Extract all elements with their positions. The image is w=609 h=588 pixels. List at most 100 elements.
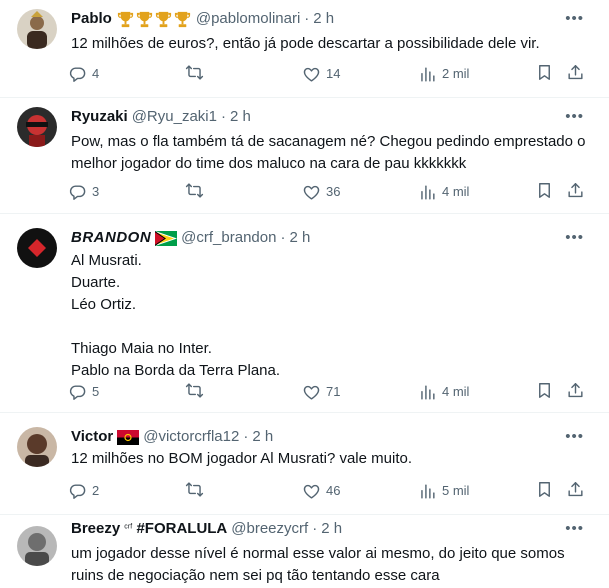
user-handle[interactable]: @pablomolinari	[196, 9, 300, 29]
like-count: 46	[326, 483, 341, 498]
bookmark-button[interactable]	[535, 181, 554, 200]
tweet[interactable]: Victor @victorcrfla12 · 2 h ••• 12 milhõ…	[0, 413, 609, 515]
reply-icon	[68, 482, 87, 501]
reply-count: 5	[92, 384, 100, 399]
user-handle[interactable]: @Ryu_zaki1	[132, 107, 217, 127]
separator-dot: ·	[280, 229, 286, 246]
reply-button[interactable]: 3	[68, 181, 99, 203]
share-icon	[566, 381, 585, 400]
like-count: 36	[326, 184, 341, 199]
reply-button[interactable]: 4	[68, 63, 99, 85]
avatar[interactable]	[17, 107, 57, 147]
timestamp[interactable]: 2 h	[289, 228, 310, 248]
trophy-icon	[154, 10, 173, 29]
tweet-header: Victor @victorcrfla12 · 2 h	[71, 427, 273, 447]
tweet-header: BRANDON @crf_brandon · 2 h	[71, 228, 310, 248]
display-name[interactable]: Breezy	[71, 519, 120, 539]
separator-dot: ·	[243, 428, 249, 445]
retweet-button[interactable]	[185, 181, 209, 200]
trophy-icon	[173, 10, 192, 29]
tweet-text: Pow, mas o fla também tá de sacanagem né…	[71, 133, 586, 172]
display-name-suffix: ᶜʳᶠ	[124, 523, 133, 534]
tweet[interactable]: BRANDON @crf_brandon · 2 h ••• Al Musrat…	[0, 214, 609, 413]
user-handle[interactable]: @crf_brandon	[181, 228, 276, 248]
retweet-icon	[185, 381, 204, 400]
tweet-actions: 5 71 4 mil	[68, 381, 593, 403]
retweet-icon	[185, 181, 204, 200]
timestamp[interactable]: 2 h	[321, 519, 342, 539]
tweet-text: um jogador desse nível é normal esse val…	[71, 545, 565, 584]
more-icon[interactable]: •••	[565, 429, 584, 444]
reply-button[interactable]: 2	[68, 480, 99, 502]
avatar-image	[17, 526, 57, 566]
reply-count: 4	[92, 66, 100, 81]
display-name-tag: #FORALULA	[136, 520, 228, 537]
reply-icon	[68, 383, 87, 402]
share-button[interactable]	[566, 181, 585, 200]
reply-count: 3	[92, 184, 100, 199]
reply-icon	[68, 65, 87, 84]
tweet-header: Breezy ᶜʳᶠ #FORALULA @breezycrf · 2 h	[71, 519, 342, 539]
avatar-image	[17, 228, 57, 268]
bookmark-icon	[535, 63, 554, 82]
share-button[interactable]	[566, 381, 585, 400]
bookmark-button[interactable]	[535, 480, 554, 499]
avatar-image	[17, 107, 57, 147]
display-name[interactable]: Victor	[71, 427, 113, 447]
views-button[interactable]: 5 mil	[418, 480, 469, 502]
display-name[interactable]: Ryuzaki	[71, 107, 128, 127]
separator-dot: ·	[304, 10, 310, 27]
timestamp[interactable]: 2 h	[252, 427, 273, 447]
tweet-header: Pablo @pablomolinari · 2 h	[71, 9, 334, 29]
more-icon[interactable]: •••	[565, 230, 584, 245]
tweet-actions: 4 14 2 mil	[68, 63, 593, 85]
retweet-button[interactable]	[185, 381, 209, 400]
views-button[interactable]: 4 mil	[418, 181, 469, 203]
bookmark-icon	[535, 381, 554, 400]
angola-flag-icon	[117, 429, 140, 445]
tweet-header: Ryuzaki @Ryu_zaki1 · 2 h	[71, 107, 251, 127]
avatar[interactable]	[17, 526, 57, 566]
views-count: 4 mil	[442, 184, 470, 199]
like-icon	[302, 383, 321, 402]
timestamp[interactable]: 2 h	[313, 9, 334, 29]
avatar[interactable]	[17, 228, 57, 268]
like-button[interactable]: 46	[302, 480, 340, 502]
tweet[interactable]: Breezy ᶜʳᶠ #FORALULA @breezycrf · 2 h ••…	[0, 515, 609, 588]
like-button[interactable]: 36	[302, 181, 340, 203]
share-icon	[566, 480, 585, 499]
avatar[interactable]	[17, 9, 57, 49]
like-count: 14	[326, 66, 341, 81]
tweet-text: 12 milhões de euros?, então já pode desc…	[71, 35, 540, 52]
bookmark-button[interactable]	[535, 63, 554, 82]
timestamp[interactable]: 2 h	[230, 107, 251, 127]
avatar[interactable]	[17, 427, 57, 467]
retweet-button[interactable]	[185, 480, 209, 499]
like-button[interactable]: 14	[302, 63, 340, 85]
retweet-button[interactable]	[185, 63, 209, 82]
views-count: 5 mil	[442, 483, 470, 498]
display-name[interactable]: Pablo	[71, 9, 112, 29]
trophy-icon	[135, 10, 154, 29]
tweet-actions: 3 36 4 mil	[68, 181, 593, 203]
views-button[interactable]: 4 mil	[418, 381, 469, 403]
bookmark-button[interactable]	[535, 381, 554, 400]
like-icon	[302, 183, 321, 202]
tweet[interactable]: Ryuzaki @Ryu_zaki1 · 2 h ••• Pow, mas o …	[0, 98, 609, 214]
tweet[interactable]: Pablo @pablomolinari · 2 h ••• 12 milhõe…	[0, 0, 609, 98]
views-count: 2 mil	[442, 66, 470, 81]
share-button[interactable]	[566, 480, 585, 499]
views-icon	[418, 65, 437, 84]
reply-button[interactable]: 5	[68, 381, 99, 403]
user-handle[interactable]: @victorcrfla12	[143, 427, 239, 447]
user-handle[interactable]: @breezycrf	[231, 519, 308, 539]
more-icon[interactable]: •••	[565, 11, 584, 26]
like-button[interactable]: 71	[302, 381, 340, 403]
views-button[interactable]: 2 mil	[418, 63, 469, 85]
tweet-text: Al Musrati. Duarte. Léo Ortiz. Thiago Ma…	[71, 252, 281, 379]
more-icon[interactable]: •••	[565, 521, 584, 536]
share-button[interactable]	[566, 63, 585, 82]
views-count: 4 mil	[442, 384, 470, 399]
more-icon[interactable]: •••	[565, 109, 584, 124]
display-name[interactable]: BRANDON	[71, 228, 151, 248]
